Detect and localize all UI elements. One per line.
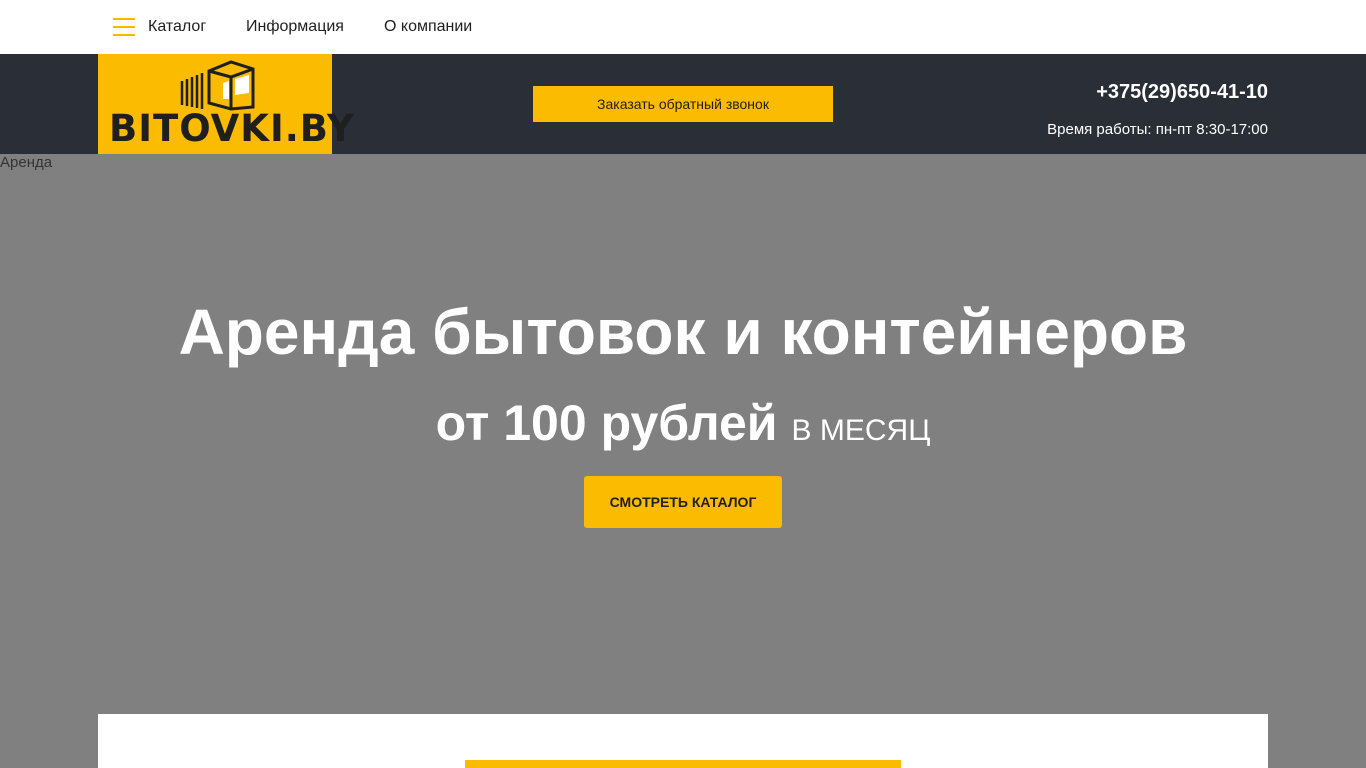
top-navigation: Каталог Информация О компании xyxy=(0,0,1366,54)
view-catalog-button[interactable]: СМОТРЕТЬ КАТАЛОГ xyxy=(584,476,782,528)
nav-link-information[interactable]: Информация xyxy=(246,17,344,37)
site-logo[interactable]: BITOVKI.BY xyxy=(98,54,354,154)
hero-title: Аренда бытовок и контейнеров xyxy=(178,296,1188,368)
logo-text: BITOVKI.BY xyxy=(109,107,355,150)
working-hours: Время работы: пн-пт 8:30-17:00 xyxy=(1047,121,1268,138)
building-container-icon xyxy=(180,60,255,111)
content-panel xyxy=(98,714,1268,768)
nav-link-catalog[interactable]: Каталог xyxy=(148,17,206,37)
nav-link-about-company[interactable]: О компании xyxy=(384,17,472,37)
hero-price-line: от 100 рублей В МЕСЯЦ xyxy=(0,394,1366,452)
hamburger-icon[interactable] xyxy=(113,17,135,37)
hero-price: от 100 рублей xyxy=(435,395,778,451)
callback-request-button[interactable]: Заказать обратный звонок xyxy=(533,86,833,122)
panel-accent-bar xyxy=(465,760,901,768)
broken-image-placeholder: Аренда xyxy=(0,154,52,172)
phone-number[interactable]: +375(29)650-41-10 xyxy=(1096,81,1268,104)
image-alt-text: Аренда xyxy=(0,154,53,171)
hero-banner: Аренда Аренда бытовок и контейнеров от 1… xyxy=(0,154,1366,768)
hero-price-unit: В МЕСЯЦ xyxy=(791,414,931,447)
header-bar: BITOVKI.BY Заказать обратный звонок +375… xyxy=(0,54,1366,154)
